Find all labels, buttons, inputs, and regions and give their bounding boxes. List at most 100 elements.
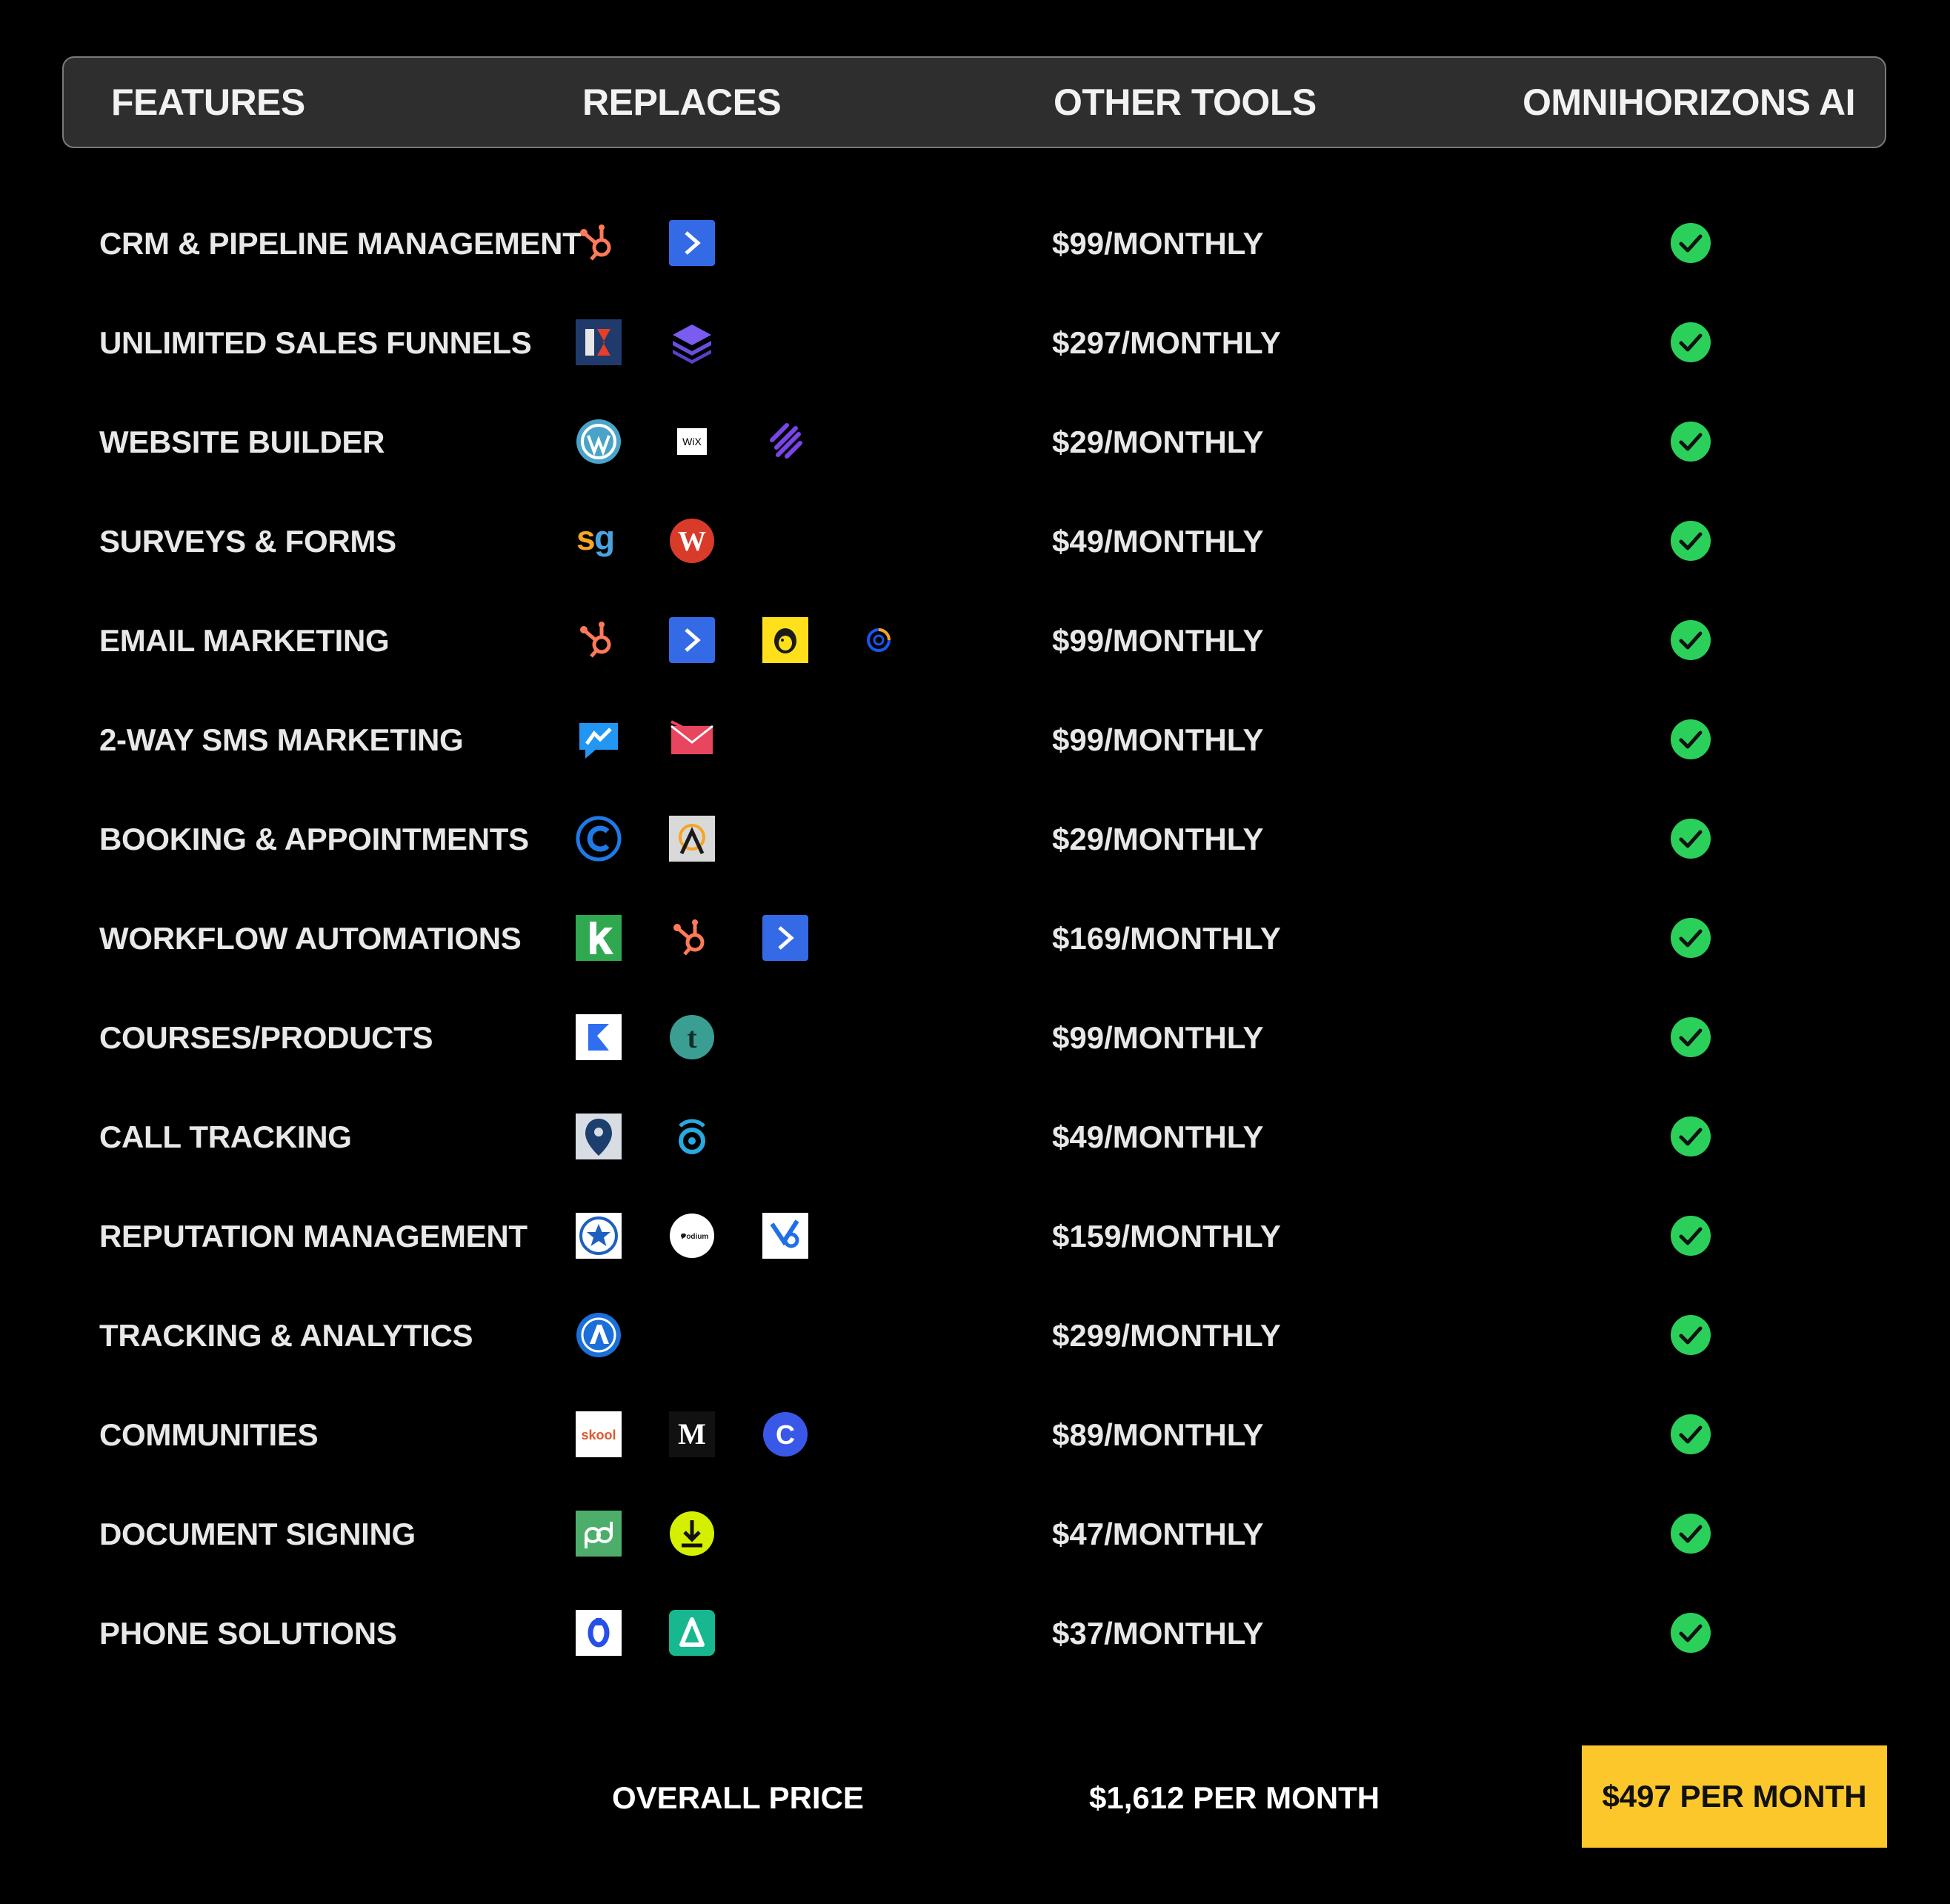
other-tools-price: $47/MONTHLY (1052, 1517, 1264, 1551)
table-row: SURVEYS & FORMS s g W $49/MONTHLY (0, 492, 1950, 591)
check-icon (1670, 322, 1711, 363)
table-row: REPUTATION MANAGEMENT Podium $159/MONTHLY (0, 1187, 1950, 1286)
other-tools-price: $49/MONTHLY (1052, 1119, 1264, 1154)
hubspot-logo (575, 219, 622, 267)
table-row: BOOKING & APPOINTMENTS $29/MONTHLY (0, 790, 1950, 889)
feature-label: DOCUMENT SIGNING (99, 1517, 416, 1551)
calltracking-ring-logo (668, 1113, 716, 1160)
check-icon (1670, 719, 1711, 760)
table-row: PHONE SOLUTIONS $37/MONTHLY (0, 1584, 1950, 1683)
squarespace-logo (762, 418, 809, 465)
download-logo (668, 1510, 716, 1557)
overall-price-label: OVERALL PRICE (612, 1780, 864, 1815)
table-header: FEATURES REPLACES OTHER TOOLS OMNIHORIZO… (62, 56, 1886, 148)
calendly-logo (575, 815, 622, 862)
wufoo-logo: W (668, 517, 716, 565)
dialpad-logo (575, 1609, 622, 1657)
header-brand: OMNIHORIZONS AI (1523, 81, 1855, 123)
hubspot-logo (668, 914, 716, 962)
medium-logo: M (668, 1411, 716, 1458)
feature-label: WEBSITE BUILDER (99, 425, 385, 459)
price-cta-button[interactable]: $497 PER MONTH (1582, 1745, 1887, 1848)
activecampaign-logo (668, 219, 716, 267)
acuity-logo (668, 815, 716, 862)
feature-label: TRACKING & ANALYTICS (99, 1318, 473, 1353)
envelope-logo (668, 716, 716, 763)
svg-text:C: C (776, 1419, 795, 1450)
feature-label: WORKFLOW AUTOMATIONS (99, 921, 522, 956)
other-tools-price: $169/MONTHLY (1052, 921, 1281, 956)
wordpress-logo (575, 418, 622, 465)
other-tools-price: $49/MONTHLY (1052, 524, 1264, 559)
table-row: 2-WAY SMS MARKETING $99/MONTHLY (0, 690, 1950, 790)
aircall-logo (668, 1609, 716, 1657)
other-tools-price: $99/MONTHLY (1052, 1020, 1264, 1055)
skool-logo: skool (575, 1411, 622, 1458)
check-icon (1670, 1612, 1711, 1654)
activecampaign-logo (762, 914, 809, 962)
callrail-logo (575, 1113, 622, 1160)
table-row: TRACKING & ANALYTICS $299/MONTHLY (0, 1286, 1950, 1385)
svg-text:M: M (678, 1417, 706, 1451)
check-icon (1670, 520, 1711, 562)
check-icon (1670, 1414, 1711, 1455)
feature-label: UNLIMITED SALES FUNNELS (99, 325, 532, 360)
feature-label: PHONE SOLUTIONS (99, 1616, 397, 1651)
other-tools-price: $29/MONTHLY (1052, 425, 1264, 459)
svg-text:Podium: Podium (682, 1233, 709, 1241)
other-tools-price: $89/MONTHLY (1052, 1417, 1264, 1452)
svg-text:t: t (687, 1021, 697, 1054)
check-icon (1670, 1016, 1711, 1058)
check-icon (1670, 1513, 1711, 1554)
feature-label: EMAIL MARKETING (99, 623, 390, 658)
analytics-badge-logo (575, 1311, 622, 1359)
header-other-tools: OTHER TOOLS (1054, 81, 1317, 123)
teachable-logo: t (668, 1013, 716, 1061)
sms-chat-logo (575, 716, 622, 763)
check-icon (1670, 222, 1711, 264)
activecampaign-logo (668, 616, 716, 664)
feature-label: COMMUNITIES (99, 1417, 319, 1452)
header-features: FEATURES (111, 81, 305, 123)
podium-logo: Podium (668, 1212, 716, 1259)
kajabi-logo (575, 1013, 622, 1061)
other-tools-price: $37/MONTHLY (1052, 1616, 1264, 1651)
svg-text:WiX: WiX (682, 436, 702, 447)
table-row: CALL TRACKING $49/MONTHLY (0, 1088, 1950, 1187)
other-tools-price: $159/MONTHLY (1052, 1219, 1281, 1254)
check-icon (1670, 421, 1711, 462)
layers-logo (668, 319, 716, 366)
wix-logo: WiX (668, 418, 716, 465)
keap-logo (575, 914, 622, 962)
pandadoc-logo (575, 1510, 622, 1557)
other-tools-price: $297/MONTHLY (1052, 325, 1281, 360)
table-row: UNLIMITED SALES FUNNELS $297/MONTHLY (0, 293, 1950, 393)
table-row: WEBSITE BUILDER WiX $29/MONTHLY (0, 393, 1950, 492)
feature-label: SURVEYS & FORMS (99, 524, 396, 559)
svg-text:skool: skool (581, 1428, 616, 1442)
hubspot-logo (575, 616, 622, 664)
feature-label: REPUTATION MANAGEMENT (99, 1219, 528, 1254)
check-icon (1670, 1314, 1711, 1356)
other-tools-price: $99/MONTHLY (1052, 226, 1264, 261)
mailchimp-logo (762, 616, 809, 664)
svg-text:W: W (678, 526, 706, 557)
table-row: DOCUMENT SIGNING $47/MONTHLY (0, 1485, 1950, 1584)
constantcontact-logo (855, 616, 902, 664)
header-replaces: REPLACES (582, 81, 782, 123)
table-row: EMAIL MARKETING $99/MONTHLY (0, 591, 1950, 690)
svg-text:s: s (576, 519, 596, 557)
circle-logo: C (762, 1411, 809, 1458)
clickfunnels-logo (575, 319, 622, 366)
feature-label: COURSES/PRODUCTS (99, 1020, 433, 1055)
check-icon (1670, 1116, 1711, 1157)
feature-label: CRM & PIPELINE MANAGEMENT (99, 226, 582, 261)
other-tools-total: $1,612 PER MONTH (1089, 1780, 1380, 1815)
surveygizmo-logo: sg (575, 517, 622, 565)
table-row: CRM & PIPELINE MANAGEMENT $99/MONTHLY (0, 194, 1950, 293)
svg-text:g: g (594, 519, 615, 557)
check-icon (1670, 917, 1711, 959)
check-icon (1670, 619, 1711, 661)
table-row: COURSES/PRODUCTS t $99/MONTHLY (0, 988, 1950, 1088)
check-icon (1670, 818, 1711, 859)
